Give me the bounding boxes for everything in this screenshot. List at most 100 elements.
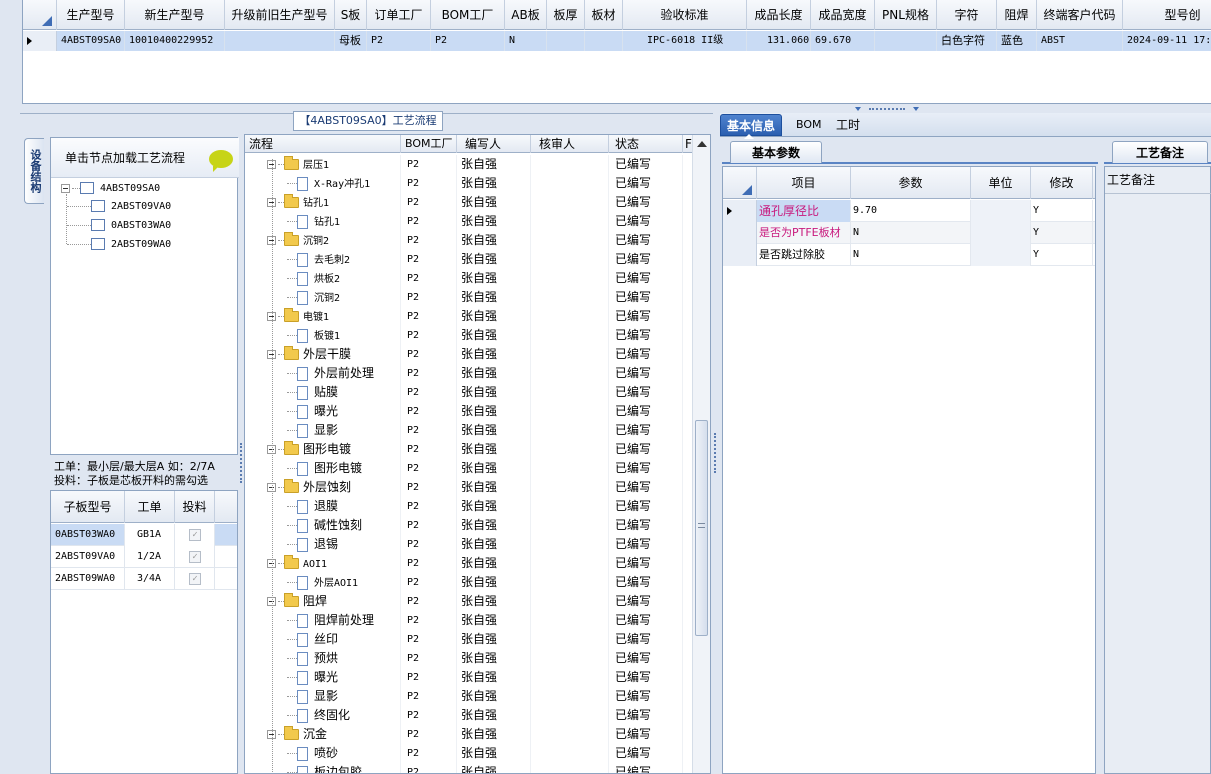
process-step-row[interactable]: X-Ray冲孔1 P2 张自强 已编写 — [245, 174, 693, 193]
col-header[interactable]: 核审人 — [531, 135, 609, 153]
process-name-cell[interactable]: 显影 — [245, 421, 401, 440]
cell[interactable]: 0ABST03WA0 — [51, 524, 125, 546]
process-step-row[interactable]: 沉铜2 P2 张自强 已编写 — [245, 288, 693, 307]
status-cell[interactable]: 已编写 — [609, 478, 683, 497]
reviewer-cell[interactable] — [531, 478, 609, 497]
col-header[interactable]: 编写人 — [457, 135, 531, 153]
cell[interactable] — [971, 222, 1031, 244]
bom-factory-cell[interactable]: P2 — [401, 364, 457, 383]
checkbox[interactable]: ✓ — [189, 529, 201, 541]
process-step-row[interactable]: 曝光 P2 张自强 已编写 — [245, 402, 693, 421]
reviewer-cell[interactable] — [531, 269, 609, 288]
process-name-cell[interactable]: 终固化 — [245, 706, 401, 725]
col-header[interactable]: 升级前旧生产型号 — [225, 0, 335, 30]
tab-bom[interactable]: BOM — [790, 114, 828, 136]
process-name-cell[interactable]: 丝印 — [245, 630, 401, 649]
reviewer-cell[interactable] — [531, 592, 609, 611]
writer-cell[interactable]: 张自强 — [457, 535, 531, 554]
process-name-cell[interactable]: 贴膜 — [245, 383, 401, 402]
writer-cell[interactable]: 张自强 — [457, 402, 531, 421]
col-header[interactable]: 成品长度 — [747, 0, 811, 30]
status-cell[interactable]: 已编写 — [609, 231, 683, 250]
process-group-row[interactable]: 电镀1 P2 张自强 已编写 — [245, 307, 693, 326]
cell[interactable]: 是否为PTFE板材 — [757, 222, 851, 244]
writer-cell[interactable]: 张自强 — [457, 592, 531, 611]
status-cell[interactable]: 已编写 — [609, 516, 683, 535]
col-header[interactable]: 投料 — [175, 491, 215, 523]
bom-factory-cell[interactable]: P2 — [401, 174, 457, 193]
scroll-up-icon[interactable] — [697, 141, 707, 147]
bom-factory-cell[interactable]: P2 — [401, 554, 457, 573]
process-step-row[interactable]: 显影 P2 张自强 已编写 — [245, 687, 693, 706]
col-header[interactable]: 终端客户代码 — [1037, 0, 1123, 30]
writer-cell[interactable]: 张自强 — [457, 763, 531, 773]
col-header[interactable]: 阻焊 — [997, 0, 1037, 30]
bom-factory-cell[interactable]: P2 — [401, 611, 457, 630]
writer-cell[interactable]: 张自强 — [457, 250, 531, 269]
process-step-row[interactable]: 碱性蚀刻 P2 张自强 已编写 — [245, 516, 693, 535]
bom-factory-cell[interactable]: P2 — [401, 725, 457, 744]
writer-cell[interactable]: 张自强 — [457, 231, 531, 250]
writer-cell[interactable]: 张自强 — [457, 668, 531, 687]
tree-child-node[interactable]: 0ABST03WA0 — [67, 217, 171, 235]
col-header[interactable]: 参数 — [851, 167, 971, 199]
col-header[interactable]: 字符 — [937, 0, 997, 30]
reviewer-cell[interactable] — [531, 668, 609, 687]
reviewer-cell[interactable] — [531, 288, 609, 307]
reviewer-cell[interactable] — [531, 326, 609, 345]
process-step-row[interactable]: 板镀1 P2 张自强 已编写 — [245, 326, 693, 345]
tree-root-node[interactable]: 4ABST09SA0 — [61, 180, 160, 198]
status-cell[interactable]: 已编写 — [609, 592, 683, 611]
process-name-cell[interactable]: AOI1 — [245, 554, 401, 573]
side-tab-structure[interactable]: 设备结构 — [24, 138, 44, 204]
bom-factory-cell[interactable]: P2 — [401, 573, 457, 592]
process-step-row[interactable]: 阻焊前处理 P2 张自强 已编写 — [245, 611, 693, 630]
table-row[interactable]: 是否为PTFE板材 N Y — [723, 222, 1095, 244]
cell[interactable] — [971, 200, 1031, 222]
reviewer-cell[interactable] — [531, 706, 609, 725]
table-row[interactable]: 是否跳过除胶 N Y — [723, 244, 1095, 266]
tab-basic-info[interactable]: 基本信息 — [720, 114, 783, 136]
reviewer-cell[interactable] — [531, 383, 609, 402]
status-cell[interactable]: 已编写 — [609, 326, 683, 345]
process-name-cell[interactable]: 碱性蚀刻 — [245, 516, 401, 535]
bom-factory-cell[interactable]: P2 — [401, 402, 457, 421]
process-name-cell[interactable]: 电镀1 — [245, 307, 401, 326]
writer-cell[interactable]: 张自强 — [457, 174, 531, 193]
process-group-row[interactable]: 沉金 P2 张自强 已编写 — [245, 725, 693, 744]
writer-cell[interactable]: 张自强 — [457, 649, 531, 668]
cell[interactable] — [547, 31, 585, 51]
bom-factory-cell[interactable]: P2 — [401, 687, 457, 706]
process-group-row[interactable]: 外层蚀刻 P2 张自强 已编写 — [245, 478, 693, 497]
bom-factory-cell[interactable]: P2 — [401, 592, 457, 611]
process-group-row[interactable]: 层压1 P2 张自强 已编写 — [245, 155, 693, 174]
col-header[interactable]: 状态 — [609, 135, 683, 153]
bom-factory-cell[interactable]: P2 — [401, 459, 457, 478]
writer-cell[interactable]: 张自强 — [457, 364, 531, 383]
process-step-row[interactable]: 板边包胶 P2 张自强 已编写 — [245, 763, 693, 773]
process-name-cell[interactable]: 沉铜2 — [245, 288, 401, 307]
process-step-row[interactable]: 终固化 P2 张自强 已编写 — [245, 706, 693, 725]
cell[interactable]: 是否跳过除胶 — [757, 244, 851, 266]
process-group-row[interactable]: 阻焊 P2 张自强 已编写 — [245, 592, 693, 611]
col-header[interactable]: 订单工厂 — [367, 0, 431, 30]
bom-factory-cell[interactable]: P2 — [401, 269, 457, 288]
reviewer-cell[interactable] — [531, 535, 609, 554]
bom-factory-cell[interactable]: P2 — [401, 193, 457, 212]
process-name-cell[interactable]: 去毛刺2 — [245, 250, 401, 269]
checkbox-cell[interactable]: ✓ — [175, 524, 215, 546]
process-name-cell[interactable]: 沉金 — [245, 725, 401, 744]
process-step-row[interactable]: 外层前处理 P2 张自强 已编写 — [245, 364, 693, 383]
status-cell[interactable]: 已编写 — [609, 763, 683, 773]
status-cell[interactable]: 已编写 — [609, 250, 683, 269]
status-cell[interactable]: 已编写 — [609, 269, 683, 288]
process-step-row[interactable]: 钻孔1 P2 张自强 已编写 — [245, 212, 693, 231]
cell[interactable]: Y — [1031, 244, 1093, 266]
process-step-row[interactable]: 外层AOI1 P2 张自强 已编写 — [245, 573, 693, 592]
writer-cell[interactable]: 张自强 — [457, 155, 531, 174]
reviewer-cell[interactable] — [531, 763, 609, 773]
writer-cell[interactable]: 张自强 — [457, 212, 531, 231]
status-cell[interactable]: 已编写 — [609, 459, 683, 478]
status-cell[interactable]: 已编写 — [609, 155, 683, 174]
bom-factory-cell[interactable]: P2 — [401, 250, 457, 269]
